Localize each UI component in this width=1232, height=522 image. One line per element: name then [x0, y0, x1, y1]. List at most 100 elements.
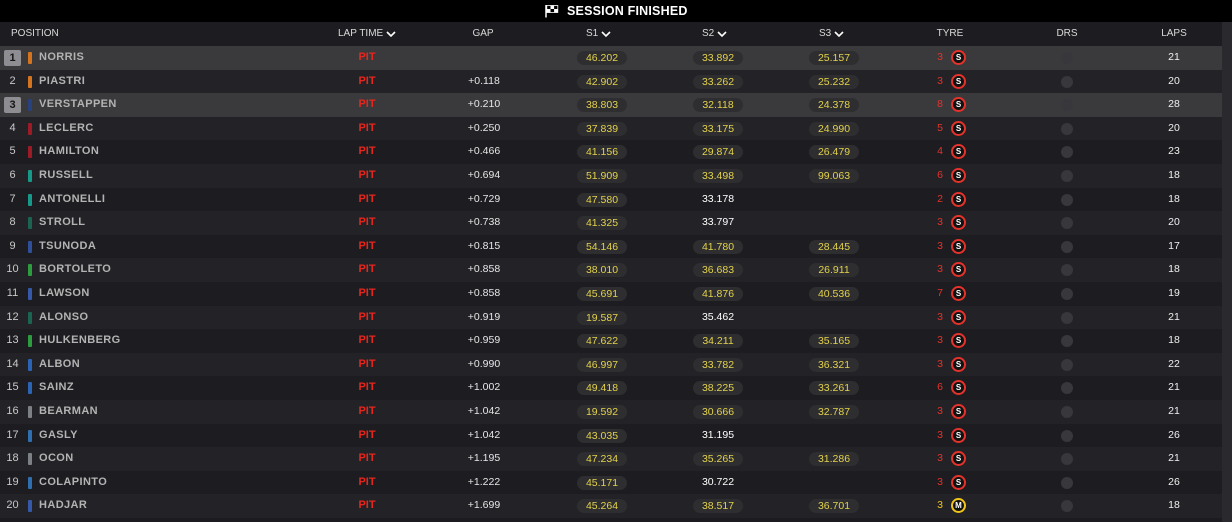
gap-to-leader: +0.919 — [467, 310, 501, 323]
tyre-age: 4 — [937, 145, 943, 158]
gap-to-leader: +0.990 — [467, 357, 501, 370]
chevron-down-icon[interactable] — [601, 30, 611, 38]
gap-to-leader: +1.222 — [467, 475, 501, 488]
tyre-compound-icon: S — [951, 262, 966, 278]
column-header-tyre: TYRE — [925, 22, 975, 46]
chevron-down-icon[interactable] — [386, 30, 396, 38]
tyre-age: 3 — [937, 216, 943, 229]
tyre-compound-icon: S — [951, 50, 966, 65]
drs-indicator-icon — [1061, 405, 1073, 418]
tyre-age: 3 — [937, 263, 943, 276]
timing-row[interactable]: 6 RUSSELL PIT +0.694 51.909 33.498 99.06… — [0, 163, 1222, 188]
sector-1-time: 47.580 — [577, 192, 627, 207]
timing-row[interactable]: 7 ANTONELLI PIT +0.729 47.580 33.178 2 S… — [0, 187, 1222, 212]
drs-indicator-icon — [1061, 311, 1073, 324]
chevron-down-icon[interactable] — [834, 30, 844, 38]
sector-3-time: 28.445 — [809, 239, 859, 254]
lap-time: PIT — [358, 263, 376, 276]
tyre-compound-icon: S — [951, 356, 966, 372]
team-color-bar — [28, 500, 32, 513]
column-header-label: LAP TIME — [338, 28, 384, 39]
tyre-compound-letter: S — [955, 265, 962, 275]
timing-row[interactable]: 8 STROLL PIT +0.738 41.325 33.797 3 S 20 — [0, 211, 1222, 235]
drs-indicator-icon — [1061, 169, 1073, 182]
tyre-compound-icon: S — [951, 474, 966, 490]
timing-row[interactable]: 10 BORTOLETO PIT +0.858 38.010 36.683 26… — [0, 258, 1222, 282]
gap-to-leader: +0.466 — [467, 145, 501, 158]
timing-row[interactable]: 14 ALBON PIT +0.990 46.997 33.782 36.321… — [0, 352, 1222, 377]
timing-row[interactable]: 19 COLAPINTO PIT +1.222 45.171 30.722 3 … — [0, 470, 1222, 495]
timing-row[interactable]: 18 OCON PIT +1.195 47.234 35.265 31.286 … — [0, 447, 1222, 471]
column-header-label: GAP — [472, 28, 494, 39]
timing-row[interactable]: 5 HAMILTON PIT +0.466 41.156 29.874 26.4… — [0, 140, 1222, 164]
laps-count: 20 — [1168, 74, 1180, 87]
lap-time: PIT — [358, 499, 376, 512]
sector-3-time — [809, 471, 859, 495]
gap-to-leader: +0.858 — [467, 286, 501, 299]
timing-row[interactable]: 17 GASLY PIT +1.042 43.035 31.195 3 S 26 — [0, 423, 1222, 448]
drs-indicator-icon — [1061, 335, 1073, 348]
column-header-position[interactable]: POSITION — [11, 22, 59, 46]
tyre-compound-letter: S — [955, 123, 962, 133]
sector-2-time: 41.780 — [693, 239, 743, 254]
sector-1-time: 43.035 — [577, 428, 627, 443]
drs-indicator-icon — [1061, 146, 1073, 159]
tyre-age: 3 — [937, 239, 943, 252]
tyre-compound-icon: S — [951, 333, 966, 349]
tyre-compound-letter: S — [955, 288, 962, 298]
timing-row[interactable]: 4 LECLERC PIT +0.250 37.839 33.175 24.99… — [0, 116, 1222, 141]
driver-name: OCON — [39, 452, 74, 465]
timing-row[interactable]: 9 TSUNODA PIT +0.815 54.146 41.780 28.44… — [0, 234, 1222, 259]
lap-time: PIT — [358, 286, 376, 299]
timing-row[interactable]: 12 ALONSO PIT +0.919 19.587 35.462 3 S 2… — [0, 305, 1222, 330]
column-header-lap-time[interactable]: LAP TIME — [338, 22, 396, 46]
gap-to-leader: +1.195 — [467, 452, 501, 465]
sector-3-time: 33.261 — [809, 381, 859, 396]
timing-row[interactable]: 1 NORRIS PIT 46.202 33.892 25.157 3 S 21 — [0, 46, 1222, 70]
tyre-age: 3 — [937, 404, 943, 417]
sector-1-time: 54.146 — [577, 239, 627, 254]
tyre-compound-icon: S — [951, 380, 966, 396]
column-header-sector-1[interactable]: S1 — [586, 22, 611, 46]
sector-3-time: 26.911 — [809, 263, 859, 278]
drs-indicator-icon — [1061, 52, 1073, 64]
timing-row[interactable]: 3 VERSTAPPEN PIT +0.210 38.803 32.118 24… — [0, 93, 1222, 117]
sector-1-time: 38.803 — [577, 98, 627, 113]
timing-row[interactable]: 15 SAINZ PIT +1.002 49.418 38.225 33.261… — [0, 376, 1222, 400]
lap-time: PIT — [358, 404, 376, 417]
drs-indicator-icon — [1061, 75, 1073, 88]
laps-count: 26 — [1168, 475, 1180, 488]
lap-time: PIT — [358, 452, 376, 465]
tyre-compound-letter: M — [955, 501, 962, 511]
timing-row[interactable]: 11 LAWSON PIT +0.858 45.691 41.876 40.53… — [0, 281, 1222, 306]
tyre-compound-icon: S — [951, 451, 966, 467]
driver-name: LECLERC — [39, 121, 94, 134]
timing-row[interactable]: 2 PIASTRI PIT +0.118 42.902 33.262 25.23… — [0, 69, 1222, 94]
position-number: 19 — [6, 475, 19, 488]
tyre-age: 3 — [937, 51, 943, 63]
gap-to-leader — [456, 46, 512, 70]
sector-1-time: 49.418 — [577, 381, 627, 396]
drs-indicator-icon — [1061, 476, 1073, 489]
sector-2-time: 29.874 — [693, 145, 743, 160]
tyre-age: 3 — [937, 499, 943, 512]
column-header-sector-2[interactable]: S2 — [702, 22, 727, 46]
drs-indicator-icon — [1061, 382, 1073, 395]
chevron-down-icon[interactable] — [717, 30, 727, 38]
gap-to-leader: +0.738 — [467, 216, 501, 229]
timing-row[interactable]: 13 HULKENBERG PIT +0.959 47.622 34.211 3… — [0, 329, 1222, 353]
column-header-label: S1 — [586, 28, 599, 39]
drs-indicator-icon — [1061, 193, 1073, 206]
sector-3-time: 25.232 — [809, 74, 859, 89]
drs-indicator-icon — [1061, 500, 1073, 513]
timing-row[interactable]: 20 HADJAR PIT +1.699 45.264 38.517 36.70… — [0, 494, 1222, 518]
timing-row[interactable]: 16 BEARMAN PIT +1.042 19.592 30.666 32.7… — [0, 399, 1222, 424]
tyre-age: 3 — [937, 428, 943, 441]
tyre-compound-icon: S — [951, 73, 966, 89]
sector-1-time: 47.622 — [577, 334, 627, 349]
sector-2-time: 33.782 — [693, 357, 743, 372]
laps-count: 18 — [1168, 334, 1180, 347]
driver-name: NORRIS — [39, 51, 85, 63]
column-header-sector-3[interactable]: S3 — [819, 22, 844, 46]
team-color-bar — [28, 169, 32, 182]
